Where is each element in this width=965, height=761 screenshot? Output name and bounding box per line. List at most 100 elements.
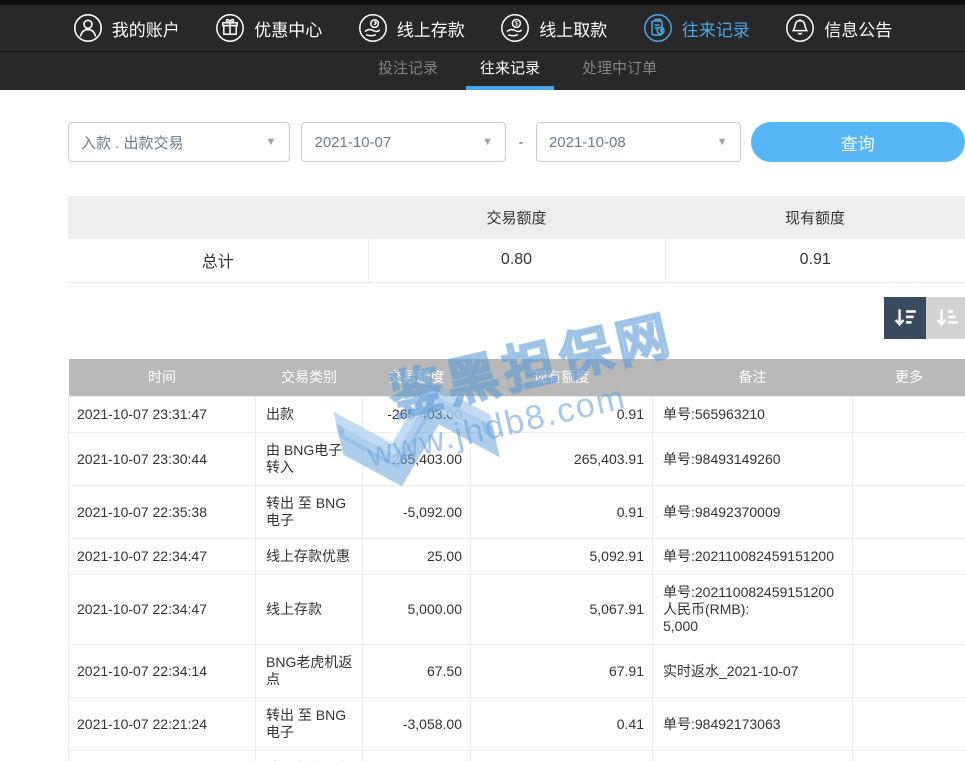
cell-more <box>853 397 965 433</box>
table-row: 2021-10-07 22:34:14BNG老虎机返点67.5067.91实时返… <box>69 645 965 698</box>
cell-remark: 实时返水_2021-10-07 <box>653 645 853 698</box>
cell-more <box>853 645 965 698</box>
remark-line: 单号:202110082459151200 <box>663 548 844 565</box>
table-row: 2021-10-07 23:31:47出款-265,403.000.91单号:5… <box>69 397 965 433</box>
cell-type: 线上存款优惠 <box>256 539 363 575</box>
cell-type: 转出 至 BNG电子 <box>256 486 363 539</box>
date-to-value: 2021-10-08 <box>549 134 626 151</box>
cell-type: 出款 <box>256 397 363 433</box>
nav-item-announcements[interactable]: 信息公告 <box>785 13 892 43</box>
transactions-header-row: 时间 交易类别 交易额度 现有额度 备注 更多 <box>69 359 965 397</box>
nav-item-my-account[interactable]: 我的账户 <box>73 13 180 43</box>
nav-label: 往来记录 <box>682 16 750 41</box>
transactions-body: 2021-10-07 23:31:47出款-265,403.000.91单号:5… <box>69 397 965 761</box>
svg-text:$: $ <box>515 21 519 28</box>
nav-item-withdraw[interactable]: $ 线上取款 <box>500 13 607 43</box>
cell-amount: 25.00 <box>363 539 471 575</box>
sub-nav: 投注记录 往来记录 处理中订单 <box>0 52 965 90</box>
tab-transaction-records[interactable]: 往来记录 <box>466 52 554 90</box>
transactions-table: 时间 交易类别 交易额度 现有额度 备注 更多 2021-10-07 23:31… <box>68 359 965 761</box>
nav-item-deposit[interactable]: 线上存款 <box>358 13 465 43</box>
cell-remark: 单号:98492173063 <box>653 698 853 751</box>
cell-remark: 单号:98493149260 <box>653 433 853 486</box>
cell-type: 线上存款优惠 <box>256 751 363 761</box>
deposit-icon <box>358 13 388 43</box>
announcement-bell-icon <box>785 13 815 43</box>
sort-ascending-icon <box>934 305 960 331</box>
cell-time: 2021-10-07 22:34:47 <box>69 575 256 645</box>
remark-line: 单号:202110082459151200 <box>663 584 844 601</box>
nav-label: 线上存款 <box>397 16 465 41</box>
cell-balance: 5,092.91 <box>471 539 653 575</box>
date-to-select[interactable]: 2021-10-08 ▼ <box>536 122 741 162</box>
cell-type: 线上存款 <box>256 575 363 645</box>
cell-more <box>853 486 965 539</box>
col-amount: 交易额度 <box>363 359 471 397</box>
filter-bar: 入款 . 出款交易 ▼ 2021-10-07 ▼ - 2021-10-08 ▼ … <box>68 122 965 162</box>
cell-more <box>853 575 965 645</box>
nav-label: 我的账户 <box>112 16 180 41</box>
tab-betting-records[interactable]: 投注记录 <box>364 52 452 90</box>
cell-more <box>853 539 965 575</box>
cell-amount: -3,058.00 <box>363 698 471 751</box>
transaction-type-value: 入款 . 出款交易 <box>81 132 184 153</box>
sort-controls <box>68 297 965 339</box>
table-row: 2021-10-07 22:21:24转出 至 BNG电子-3,058.000.… <box>69 698 965 751</box>
cell-balance: 5,067.91 <box>471 575 653 645</box>
date-from-value: 2021-10-07 <box>314 134 391 151</box>
top-nav: 我的账户 优惠中心 <box>0 5 965 52</box>
withdraw-icon: $ <box>500 13 530 43</box>
cell-amount: 5,000.00 <box>363 575 471 645</box>
date-from-select[interactable]: 2021-10-07 ▼ <box>301 122 506 162</box>
nav-label: 信息公告 <box>824 16 892 41</box>
col-remark: 备注 <box>653 359 853 397</box>
cell-type: BNG老虎机返点 <box>256 645 363 698</box>
chevron-down-icon: ▼ <box>717 136 728 148</box>
cell-remark: 单号:98492370009 <box>653 486 853 539</box>
tab-pending-orders[interactable]: 处理中订单 <box>568 52 671 90</box>
remark-line: 单号:98492370009 <box>663 504 844 521</box>
cell-remark: 单号:565963210 <box>653 397 853 433</box>
search-button[interactable]: 查询 <box>751 122 965 162</box>
cell-more <box>853 698 965 751</box>
transaction-type-select[interactable]: 入款 . 出款交易 ▼ <box>68 122 290 162</box>
summary-transaction-total: 0.80 <box>368 239 665 282</box>
sort-ascending-button[interactable] <box>926 297 965 339</box>
summary-header-row: 交易额度 现有额度 <box>68 196 965 239</box>
cell-type: 由 BNG电子 转入 <box>256 433 363 486</box>
col-balance: 现有额度 <box>471 359 653 397</box>
user-icon <box>73 13 103 43</box>
cell-more <box>853 433 965 486</box>
cell-balance: 0.91 <box>471 397 653 433</box>
cell-remark: 单号:202110082459141221 <box>653 751 853 761</box>
remark-line: 5,000 <box>663 618 844 635</box>
cell-balance: 265,403.91 <box>471 433 653 486</box>
cell-time: 2021-10-07 22:21:05 <box>69 751 256 761</box>
chevron-down-icon: ▼ <box>266 136 277 148</box>
sort-descending-icon <box>892 305 918 331</box>
summary-header-transaction-amount: 交易额度 <box>368 196 665 239</box>
page: 我的账户 优惠中心 <box>0 0 965 761</box>
summary-balance-total: 0.91 <box>665 239 965 282</box>
sort-descending-button[interactable] <box>884 297 926 339</box>
remark-line: 单号:565963210 <box>663 406 844 423</box>
cell-remark: 单号:202110082459151200 <box>653 539 853 575</box>
chevron-down-icon: ▼ <box>482 136 493 148</box>
table-row: 2021-10-07 22:21:05线上存款优惠15.003,058.41单号… <box>69 751 965 761</box>
summary-table: 交易额度 现有额度 总计 0.80 0.91 <box>68 196 965 283</box>
remark-line: 单号:98493149260 <box>663 451 844 468</box>
cell-amount: 15.00 <box>363 751 471 761</box>
nav-item-records[interactable]: 往来记录 <box>643 13 750 43</box>
nav-item-promotions[interactable]: 优惠中心 <box>215 13 322 43</box>
cell-time: 2021-10-07 22:21:24 <box>69 698 256 751</box>
nav-label: 线上取款 <box>539 16 607 41</box>
content: 入款 . 出款交易 ▼ 2021-10-07 ▼ - 2021-10-08 ▼ … <box>0 122 965 761</box>
table-row: 2021-10-07 23:30:44由 BNG电子 转入265,403.002… <box>69 433 965 486</box>
cell-time: 2021-10-07 22:35:38 <box>69 486 256 539</box>
cell-time: 2021-10-07 22:34:47 <box>69 539 256 575</box>
cell-time: 2021-10-07 23:30:44 <box>69 433 256 486</box>
col-type: 交易类别 <box>256 359 363 397</box>
cell-balance: 0.41 <box>471 698 653 751</box>
col-more: 更多 <box>853 359 965 397</box>
summary-header-current-balance: 现有额度 <box>665 196 965 239</box>
